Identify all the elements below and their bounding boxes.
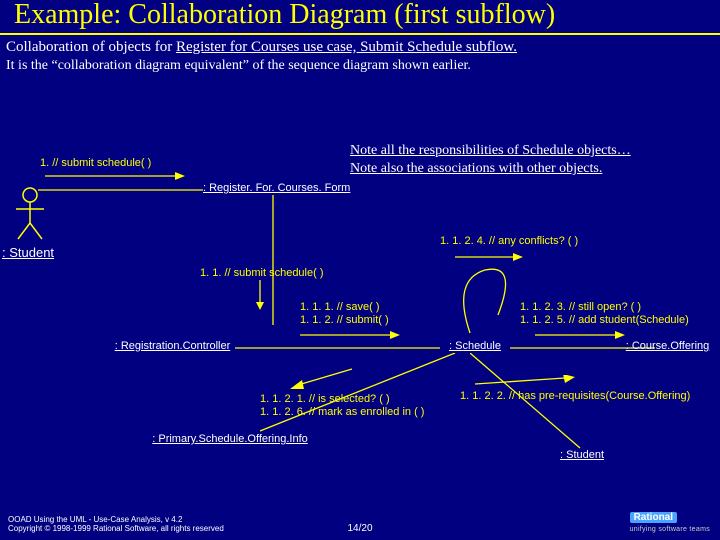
link-schedule-student [470,353,590,453]
collaboration-diagram: Note all the responsibilities of Schedul… [0,135,720,495]
msg-1-1-2-5: 1. 1. 2. 5. // add student(Schedule) [520,314,689,326]
rational-logo: Rational unifying software teams [630,512,710,534]
responsibility-note-2: Note also the associations with other ob… [350,161,602,177]
obj-schedule: : Schedule [440,340,510,352]
logo-text: Rational [630,512,677,523]
arrow-1-1-1 [300,330,400,340]
subtitle-prefix: Collaboration of objects for [6,39,176,55]
msg-1-1-1: 1. 1. 1. // save( ) [300,301,379,313]
obj-student: : Student [560,449,604,461]
selfloop-schedule [460,265,520,335]
link-controller-schedule [235,345,440,351]
arrow-1-1 [255,280,265,310]
logo-tagline: unifying software teams [630,526,710,533]
footer-line-2: Copyright © 1998-1999 Rational Software,… [8,525,224,534]
slide-number: 14/20 [347,523,372,534]
obj-primary: : Primary.Schedule.Offering.Info [140,433,320,445]
obj-form: : Register. For. Courses. Form [203,182,350,194]
footer: OOAD Using the UML - Use-Case Analysis, … [8,516,224,534]
obj-offering: : Course.Offering [620,340,715,352]
arrow-1 [45,171,185,181]
arrow-1-1-2-3 [535,330,625,340]
actor-icon [10,185,50,245]
actor-student-label: : Student [2,245,54,260]
link-actor-form [38,187,203,193]
msg-1-1-2-4: 1. 1. 2. 4. // any conflicts? ( ) [440,235,578,247]
slide-note: It is the “collaboration diagram equival… [0,56,720,74]
slide-title: Example: Collaboration Diagram (first su… [0,0,720,35]
arrow-1-1-2-1 [290,367,360,391]
msg-1-1-2-1: 1. 1. 2. 1. // is selected? ( ) [260,393,390,405]
msg-1-1-2-3: 1. 1. 2. 3. // still open? ( ) [520,301,641,313]
msg-1-1-2-6: 1. 1. 2. 6. // mark as enrolled in ( ) [260,406,424,418]
link-form-controller [270,195,276,325]
responsibility-note-1: Note all the responsibilities of Schedul… [350,143,631,159]
subtitle-underlined: Register for Courses use case, Submit Sc… [176,39,517,55]
slide-subtitle: Collaboration of objects for Register fo… [0,35,720,56]
obj-controller: : Registration.Controller [110,340,235,352]
msg-1: 1. // submit schedule( ) [40,157,151,169]
msg-1-1: 1. 1. // submit schedule( ) [200,267,324,279]
msg-1-1-2: 1. 1. 2. // submit( ) [300,314,389,326]
